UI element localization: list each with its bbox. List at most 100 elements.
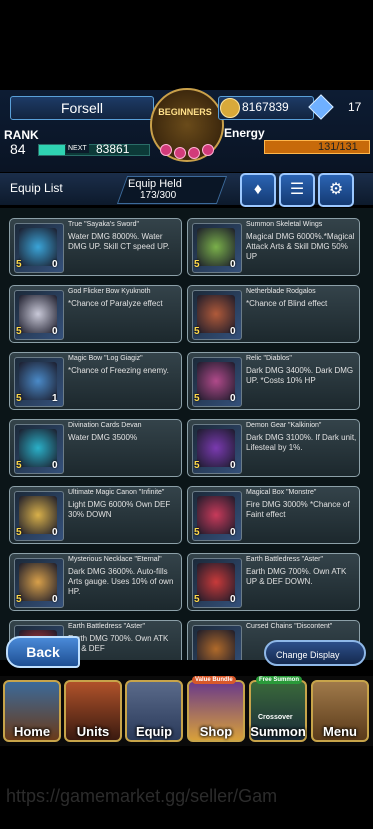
gold-amount: 8167839	[242, 100, 289, 114]
equip-grid[interactable]: True "Sayaka's Sword" Water DMG 8000%. Wa…	[0, 208, 373, 660]
equip-count: 0	[230, 326, 236, 337]
tag-button[interactable]: ♦	[240, 173, 276, 207]
equip-rarity: 5	[194, 259, 200, 270]
change-display-button[interactable]: Change Display	[264, 640, 366, 666]
filter-button[interactable]: ☰	[279, 173, 315, 207]
equip-name: Divination Cards Devan	[68, 422, 142, 429]
equip-card[interactable]: Divination Cards Devan Water DMG 3500% 5 0	[9, 419, 182, 477]
equip-description: Water DMG 8000%. Water DMG UP. Skill CT …	[68, 232, 170, 251]
equip-card[interactable]: Summon Skeletal Wings Magical DMG 6000%.*…	[187, 218, 360, 276]
gold-coin-icon	[220, 98, 240, 118]
equip-name: Cursed Chains "Discontent"	[246, 623, 333, 630]
next-exp-value: 83861	[96, 142, 130, 156]
equip-description: Magical DMG 6000%.*Magical Attack Arts &…	[246, 232, 355, 261]
equip-card[interactable]: Mysterious Necklace "Eternal" Dark DMG 36…	[9, 553, 182, 611]
equip-card[interactable]: Netherblade Rodgalos *Chance of Blind eff…	[187, 285, 360, 343]
equip-description: *Chance of Freezing enemy.	[68, 366, 169, 375]
rank-value: 84	[10, 141, 26, 157]
equip-count: 0	[52, 594, 58, 605]
exp-bar-fill	[39, 145, 65, 155]
equip-name: Magic Bow "Log Giagiz"	[68, 355, 143, 362]
equip-count: 0	[230, 460, 236, 471]
shop-badge: Value Bundle	[192, 676, 236, 684]
energy-label: Energy	[224, 126, 265, 140]
equip-count: 0	[230, 527, 236, 538]
equip-rarity: 5	[194, 594, 200, 605]
equip-name: Relic "Diablos"	[246, 355, 292, 362]
equip-name: Magical Box "Monstre"	[246, 489, 317, 496]
equip-rarity: 5	[194, 393, 200, 404]
watermark-url: https://gamemarket.gg/seller/Gam	[6, 786, 278, 806]
equip-description: Dark DMG 3100%. If Dark unit, Lifesteal …	[246, 433, 357, 452]
equip-rarity: 5	[16, 594, 22, 605]
equip-rarity: 5	[194, 460, 200, 471]
equip-description: Earth DMG 700%. Own ATK UP & DEF	[68, 634, 169, 653]
equip-name: Netherblade Rodgalos	[246, 288, 316, 295]
equip-count: 0	[230, 259, 236, 270]
player-name[interactable]: Forsell	[10, 96, 154, 120]
equip-count: 0	[52, 460, 58, 471]
equip-card[interactable]: God Flicker Bow Kyuknoth *Chance of Paral…	[9, 285, 182, 343]
gem-icon	[202, 144, 214, 156]
equip-card[interactable]: Relic "Diablos" Dark DMG 3400%. Dark DMG …	[187, 352, 360, 410]
next-label: NEXT	[66, 144, 89, 153]
equip-card[interactable]: Magic Bow "Log Giagiz" *Chance of Freezin…	[9, 352, 182, 410]
gem-icon	[160, 144, 172, 156]
equip-art-icon	[197, 630, 235, 660]
equip-count: 0	[52, 326, 58, 337]
equip-rarity: 5	[16, 326, 22, 337]
nav-summon-label: Summon	[250, 724, 306, 739]
equip-list-title: Equip List	[10, 181, 63, 195]
tag-icon: ♦	[253, 181, 263, 198]
equip-count: 0	[230, 393, 236, 404]
equip-name: Summon Skeletal Wings	[246, 221, 323, 228]
equip-card[interactable]: Earth Battledress "Aster" Earth DMG 700%.…	[187, 553, 360, 611]
equip-count: 0	[52, 259, 58, 270]
equip-held-count: 173/300	[140, 190, 177, 201]
equip-count: 0	[52, 527, 58, 538]
lapis-amount: 17	[348, 100, 362, 114]
equip-rarity: 5	[16, 393, 22, 404]
equip-name: God Flicker Bow Kyuknoth	[68, 288, 151, 295]
equip-held-label: Equip Held	[128, 178, 182, 190]
equip-name: Earth Battledress "Aster"	[246, 556, 323, 563]
equip-description: *Chance of Paralyze effect	[68, 299, 163, 308]
equip-description: Light DMG 6000% Own DEF 30% DOWN	[68, 500, 171, 519]
change-display-label: Change Display	[276, 650, 340, 660]
settings-button[interactable]: ⚙	[318, 173, 354, 207]
equip-count: 1	[52, 393, 58, 404]
equip-name: Mysterious Necklace "Eternal"	[68, 556, 162, 563]
nav-shop-label: Shop	[199, 724, 233, 739]
equip-description: Fire DMG 3000% *Chance of Faint effect	[246, 500, 350, 519]
gem-icon	[188, 147, 200, 159]
equip-description: *Chance of Blind effect	[246, 299, 328, 308]
rank-label: RANK	[4, 128, 39, 142]
equip-description: Dark DMG 3400%. Dark DMG UP. *Costs 10% …	[246, 366, 354, 385]
equip-rarity: 5	[16, 527, 22, 538]
equip-rarity: 5	[16, 460, 22, 471]
nav-menu-label: Menu	[323, 724, 357, 739]
equip-description: Earth DMG 700%. Own ATK UP & DEF DOWN.	[246, 567, 347, 586]
equip-rarity: 5	[16, 259, 22, 270]
equip-name: Ultimate Magic Canon "Infinite"	[68, 489, 165, 496]
equip-name: Demon Gear "Kalkinion"	[246, 422, 322, 429]
equip-card[interactable]: Demon Gear "Kalkinion" Dark DMG 3100%. If…	[187, 419, 360, 477]
back-button[interactable]: Back	[6, 636, 80, 668]
gem-icon	[174, 147, 186, 159]
summon-badge: Free Summon	[256, 676, 303, 684]
summon-crossover-label: Crossover	[258, 714, 293, 721]
nav-units-label: Units	[76, 724, 110, 739]
sliders-icon: ☰	[289, 181, 305, 198]
equip-rarity: 5	[194, 326, 200, 337]
equip-description: Water DMG 3500%	[68, 433, 138, 442]
nav-equip-label: Equip	[135, 724, 173, 739]
equip-count: 0	[230, 594, 236, 605]
equip-card[interactable]: Magical Box "Monstre" Fire DMG 3000% *Cha…	[187, 486, 360, 544]
crest-label: BEGINNERS	[158, 107, 212, 117]
equip-name: Earth Battledress "Aster"	[68, 623, 145, 630]
equip-card[interactable]: True "Sayaka's Sword" Water DMG 8000%. Wa…	[9, 218, 182, 276]
nav-home-label: Home	[13, 724, 51, 739]
energy-value: 131/131	[318, 141, 358, 153]
equip-card[interactable]: Ultimate Magic Canon "Infinite" Light DMG…	[9, 486, 182, 544]
equip-name: True "Sayaka's Sword"	[68, 221, 140, 228]
